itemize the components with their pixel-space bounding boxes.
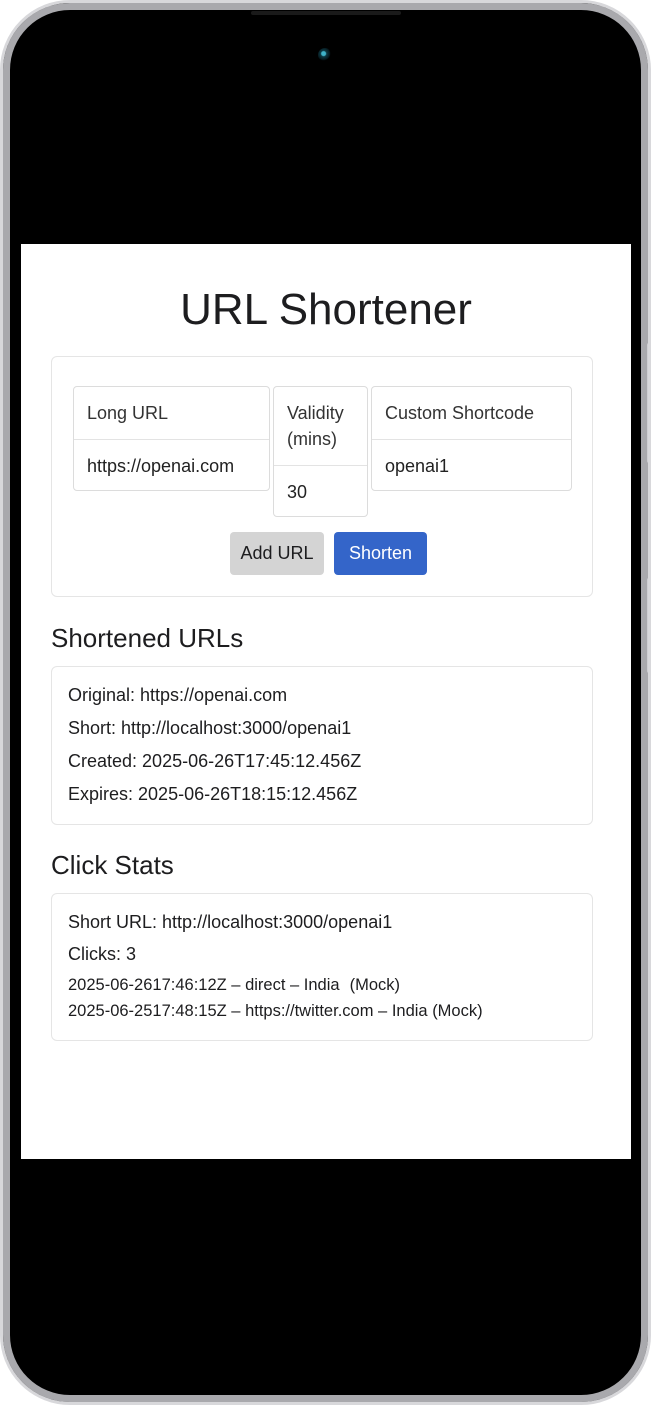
- phone-frame: URL Shortener Long URL https://openai.co…: [0, 0, 651, 1405]
- expires-value: 2025-06-26T18:15:12.456Z: [138, 784, 358, 804]
- custom-shortcode-field[interactable]: Custom Shortcode openai1: [371, 386, 572, 491]
- click-source: direct: [245, 976, 286, 994]
- click-time: 2025-06-2517:48:15Z: [68, 1002, 227, 1020]
- custom-shortcode-label: Custom Shortcode: [372, 387, 571, 440]
- stats-short-url-label: Short URL:: [68, 912, 158, 932]
- click-time: 2025-06-2617:46:12Z: [68, 976, 227, 994]
- app-screen: URL Shortener Long URL https://openai.co…: [21, 244, 631, 1159]
- short-url-link[interactable]: http://localhost:3000/openai1: [121, 718, 351, 738]
- created-value: 2025-06-26T17:45:12.456Z: [142, 751, 362, 771]
- created-row: Created: 2025-06-26T17:45:12.456Z: [68, 749, 361, 773]
- short-url-row: Short: http://localhost:3000/openai1: [68, 716, 351, 740]
- stats-short-url-row: Short URL: http://localhost:3000/openai1: [68, 910, 392, 934]
- original-value: https://openai.com: [140, 685, 288, 705]
- click-stats-heading: Click Stats: [51, 850, 174, 880]
- page-title: URL Shortener: [180, 285, 472, 334]
- short-label: Short:: [68, 718, 117, 738]
- original-label: Original:: [68, 685, 136, 705]
- expires-row: Expires: 2025-06-26T18:15:12.456Z: [68, 782, 357, 806]
- click-location: India: [303, 976, 340, 994]
- stats-short-url-link[interactable]: http://localhost:3000/openai1: [162, 912, 392, 932]
- custom-shortcode-input[interactable]: openai1: [372, 440, 571, 479]
- clicks-value: 3: [126, 944, 137, 964]
- long-url-input[interactable]: https://openai.com: [74, 440, 269, 479]
- clicks-label: Clicks:: [68, 944, 121, 964]
- volume-button: [647, 343, 648, 463]
- click-note: (Mock): [432, 1002, 483, 1020]
- click-source: https://twitter.com: [245, 1002, 374, 1020]
- click-location: India: [391, 1002, 428, 1020]
- power-button: [647, 578, 648, 673]
- front-camera-icon: [318, 48, 332, 62]
- validity-input[interactable]: 30: [274, 466, 367, 505]
- speaker-grille: [251, 11, 401, 15]
- expires-label: Expires:: [68, 784, 134, 804]
- add-url-button[interactable]: Add URL: [230, 532, 324, 575]
- clicks-count-row: Clicks: 3: [68, 942, 136, 966]
- click-entry: 2025-06-2617:46:12Z – direct – India (Moc…: [68, 976, 400, 994]
- shortened-urls-heading: Shortened URLs: [51, 623, 244, 653]
- created-label: Created:: [68, 751, 138, 771]
- click-entry: 2025-06-2517:48:15Z – https://twitter.co…: [68, 1002, 483, 1020]
- click-note: (Mock): [349, 976, 400, 994]
- validity-label: Validity (mins): [274, 387, 367, 466]
- validity-field[interactable]: Validity (mins) 30: [273, 386, 368, 517]
- long-url-label: Long URL: [74, 387, 269, 440]
- shorten-button[interactable]: Shorten: [334, 532, 427, 575]
- long-url-field[interactable]: Long URL https://openai.com: [73, 386, 270, 491]
- original-url-row: Original: https://openai.com: [68, 683, 287, 707]
